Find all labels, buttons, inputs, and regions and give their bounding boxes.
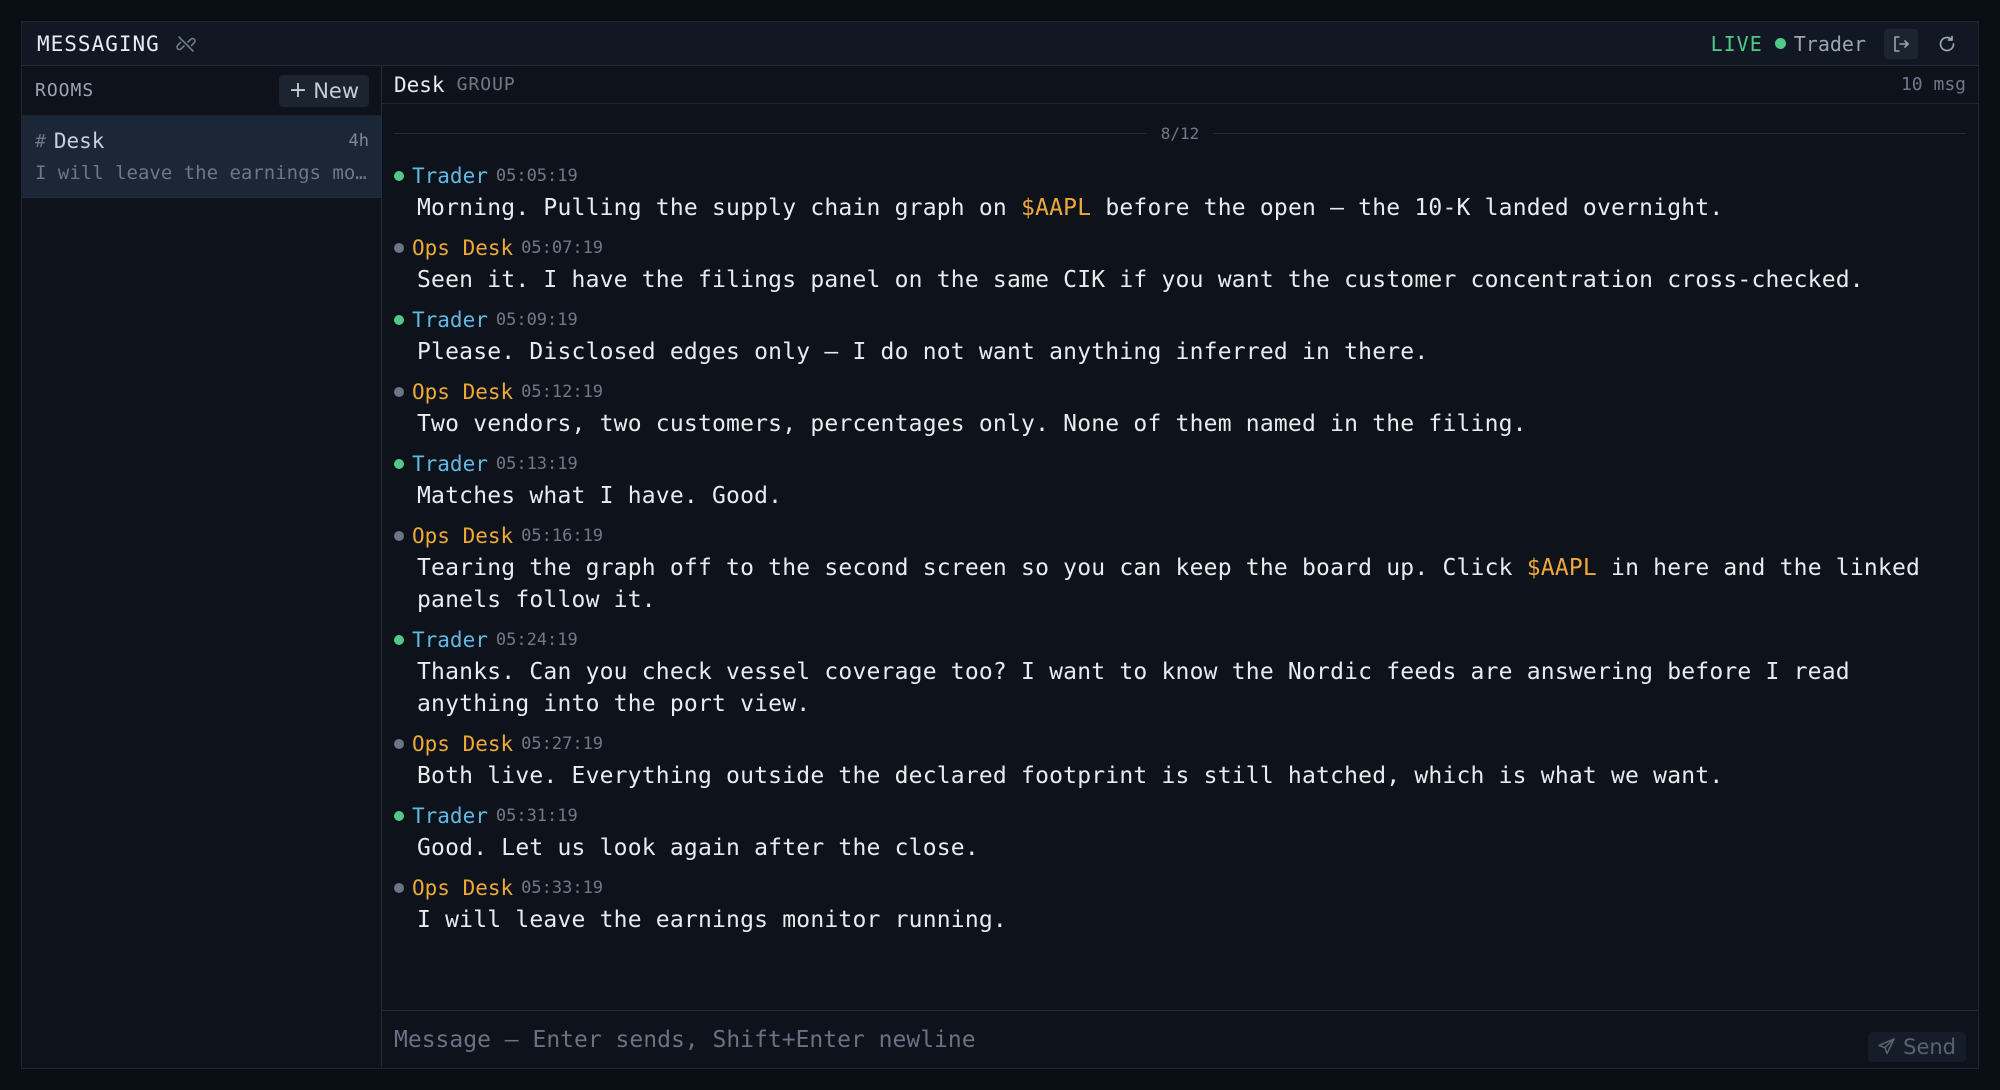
message-item: Ops Desk 05:33:19 I will leave the earning… — [394, 876, 1966, 936]
message-text: I will leave the earnings monitor runnin… — [394, 904, 1966, 936]
rooms-header: ROOMS + New — [22, 66, 381, 116]
plus-icon: + — [288, 78, 308, 103]
message-text: Morning. Pulling the supply chain graph … — [394, 192, 1966, 224]
live-status: LIVE — [1710, 31, 1763, 56]
message-author[interactable]: Ops Desk — [412, 380, 513, 404]
composer: Send — [382, 1010, 1978, 1068]
message-count: 10 msg — [1900, 74, 1966, 95]
message-text: Both live. Everything outside the declar… — [394, 760, 1966, 792]
message-text-part: I will leave the earnings monitor runnin… — [417, 907, 1007, 933]
message-text-part: Please. Disclosed edges only — I do not … — [417, 339, 1429, 365]
app-title: MESSAGING — [37, 31, 160, 56]
message-author[interactable]: Trader — [412, 804, 488, 828]
message-text-part: Good. Let us look again after the close. — [417, 835, 979, 861]
message-item: Ops Desk 05:27:19 Both live. Everything ou… — [394, 732, 1966, 792]
message-text: Thanks. Can you check vessel coverage to… — [394, 656, 1966, 720]
ticker-link[interactable]: $AAPL — [1021, 195, 1091, 221]
message-author[interactable]: Trader — [412, 628, 488, 652]
message-item: Trader 05:31:19 Good. Let us look again af… — [394, 804, 1966, 864]
presence-dot — [394, 459, 404, 469]
rooms-label: ROOMS — [35, 80, 95, 101]
rooms-sidebar: ROOMS + New # Desk 4h I will leave the e… — [22, 66, 382, 1068]
message-item: Trader 05:09:19 Please. Disclosed edges on… — [394, 308, 1966, 368]
send-label: Send — [1903, 1034, 1956, 1059]
message-time: 05:33:19 — [521, 878, 604, 898]
message-time: 05:12:19 — [521, 382, 604, 402]
ticker-link[interactable]: $AAPL — [1527, 555, 1597, 581]
message-text: Two vendors, two customers, percentages … — [394, 408, 1966, 440]
date-separator: 8/12 — [394, 114, 1966, 152]
room-age: 4h — [348, 131, 369, 151]
hash-icon: # — [35, 130, 46, 152]
presence-dot — [394, 315, 404, 325]
message-text-part: Thanks. Can you check vessel coverage to… — [417, 659, 1850, 717]
message-item: Ops Desk 05:12:19 Two vendors, two custome… — [394, 380, 1966, 440]
presence-dot — [394, 171, 404, 181]
chat-panel: Desk GROUP 10 msg 8/12 Trader 05:05:19 Mor… — [382, 66, 1978, 1068]
presence-dot — [394, 387, 404, 397]
unlink-icon[interactable] — [176, 33, 198, 55]
logout-icon — [1894, 35, 1909, 52]
refresh-icon — [1939, 35, 1955, 51]
message-item: Ops Desk 05:16:19 Tearing the graph off to… — [394, 524, 1966, 616]
message-time: 05:31:19 — [495, 806, 578, 826]
date-label: 8/12 — [1160, 123, 1200, 143]
message-input[interactable] — [394, 1026, 1869, 1053]
message-time: 05:13:19 — [495, 454, 578, 474]
message-time: 05:07:19 — [521, 238, 604, 258]
room-item-desk[interactable]: # Desk 4h I will leave the earnings moni… — [22, 116, 381, 198]
presence-dot — [394, 635, 404, 645]
send-icon — [1878, 1038, 1895, 1055]
presence-dot — [394, 883, 404, 893]
message-text-part: Matches what I have. Good. — [417, 483, 783, 509]
send-button[interactable]: Send — [1868, 1031, 1966, 1062]
presence-dot — [394, 739, 404, 749]
message-text: Seen it. I have the filings panel on the… — [394, 264, 1966, 296]
new-room-label: New — [313, 78, 359, 103]
message-text-part: Both live. Everything outside the declar… — [417, 763, 1724, 789]
new-room-button[interactable]: + New — [278, 74, 369, 107]
message-text-part: Seen it. I have the filings panel on the… — [417, 267, 1864, 293]
message-author[interactable]: Ops Desk — [412, 876, 513, 900]
message-author[interactable]: Trader — [412, 308, 488, 332]
message-text-part: Two vendors, two customers, percentages … — [417, 411, 1527, 437]
message-item: Trader 05:24:19 Thanks. Can you check vess… — [394, 628, 1966, 720]
messaging-window: MESSAGING LIVE Trader ROOMS + New # Desk… — [21, 21, 1979, 1069]
logout-button[interactable] — [1884, 28, 1918, 59]
message-text: Good. Let us look again after the close. — [394, 832, 1966, 864]
message-author[interactable]: Ops Desk — [412, 524, 513, 548]
message-text-part: Tearing the graph off to the second scre… — [417, 555, 1527, 581]
message-author[interactable]: Trader — [412, 452, 488, 476]
message-text: Tearing the graph off to the second scre… — [394, 552, 1966, 616]
chat-room-name: Desk — [394, 72, 445, 97]
message-list[interactable]: 8/12 Trader 05:05:19 Morning. Pulling the … — [382, 104, 1978, 1010]
chat-header: Desk GROUP 10 msg — [382, 66, 1978, 104]
message-time: 05:24:19 — [495, 630, 578, 650]
room-name: Desk — [53, 129, 105, 153]
message-author[interactable]: Ops Desk — [412, 732, 513, 756]
presence-dot — [394, 243, 404, 253]
message-time: 05:27:19 — [521, 734, 604, 754]
presence-dot — [394, 811, 404, 821]
live-indicator-dot — [1774, 38, 1786, 49]
presence-dot — [394, 531, 404, 541]
message-text: Please. Disclosed edges only — I do not … — [394, 336, 1966, 368]
message-author[interactable]: Ops Desk — [412, 236, 513, 260]
refresh-button[interactable] — [1930, 29, 1964, 59]
message-item: Trader 05:13:19 Matches what I have. Good. — [394, 452, 1966, 512]
current-user: Trader — [1793, 31, 1866, 56]
message-text: Matches what I have. Good. — [394, 480, 1966, 512]
message-item: Trader 05:05:19 Morning. Pulling the suppl… — [394, 164, 1966, 224]
room-preview: I will leave the earnings monitor runnin… — [35, 162, 369, 184]
message-time: 05:09:19 — [495, 310, 578, 330]
message-text-part: Morning. Pulling the supply chain graph … — [417, 195, 1022, 221]
message-author[interactable]: Trader — [412, 164, 488, 188]
message-item: Ops Desk 05:07:19 Seen it. I have the fili… — [394, 236, 1966, 296]
message-text-part: before the open — the 10-K landed overni… — [1091, 195, 1724, 221]
message-time: 05:16:19 — [521, 526, 604, 546]
top-bar: MESSAGING LIVE Trader — [22, 22, 1978, 66]
chat-room-type: GROUP — [456, 74, 516, 95]
message-time: 05:05:19 — [495, 166, 578, 186]
